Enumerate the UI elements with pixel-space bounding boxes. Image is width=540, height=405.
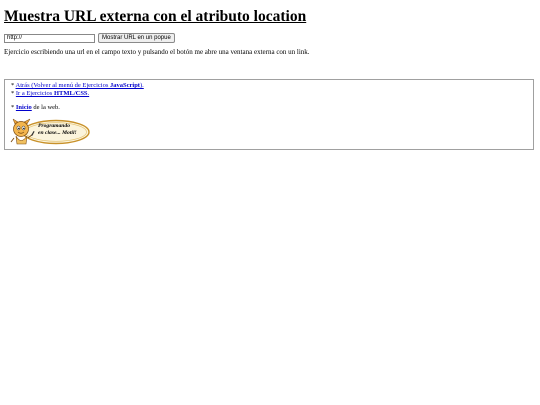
show-url-button[interactable]: Mostrar URL en un popue: [98, 33, 175, 43]
logo-text: Programando en clase... Motil!: [38, 123, 77, 136]
page-title: Muestra URL externa con el atributo loca…: [4, 8, 307, 25]
nav-home-line: * Inicio de la web.: [11, 104, 60, 112]
programando-logo[interactable]: Programando en clase... Motil!: [9, 118, 91, 146]
nav-back-line: * Atrás (Volver al menú de Ejercicios Ja…: [11, 82, 144, 90]
nav-html-line: * Ir a Ejercicios HTML/CSS.: [11, 90, 89, 98]
exercise-description: Ejercicio escribiendo una url en el camp…: [4, 48, 310, 56]
bullet: *: [11, 82, 15, 89]
home-link[interactable]: Inicio: [16, 104, 32, 111]
home-suffix: de la web.: [31, 104, 60, 111]
bullet: *: [11, 90, 15, 97]
navigation-box: * Atrás (Volver al menú de Ejercicios Ja…: [4, 79, 534, 150]
bullet: *: [11, 104, 15, 111]
back-to-javascript-link[interactable]: Atrás (Volver al menú de Ejercicios Java…: [16, 82, 144, 89]
url-input[interactable]: [4, 33, 95, 43]
url-form: Mostrar URL en un popue: [4, 33, 175, 43]
html-css-exercises-link[interactable]: Ir a Ejercicios HTML/CSS.: [16, 90, 89, 97]
